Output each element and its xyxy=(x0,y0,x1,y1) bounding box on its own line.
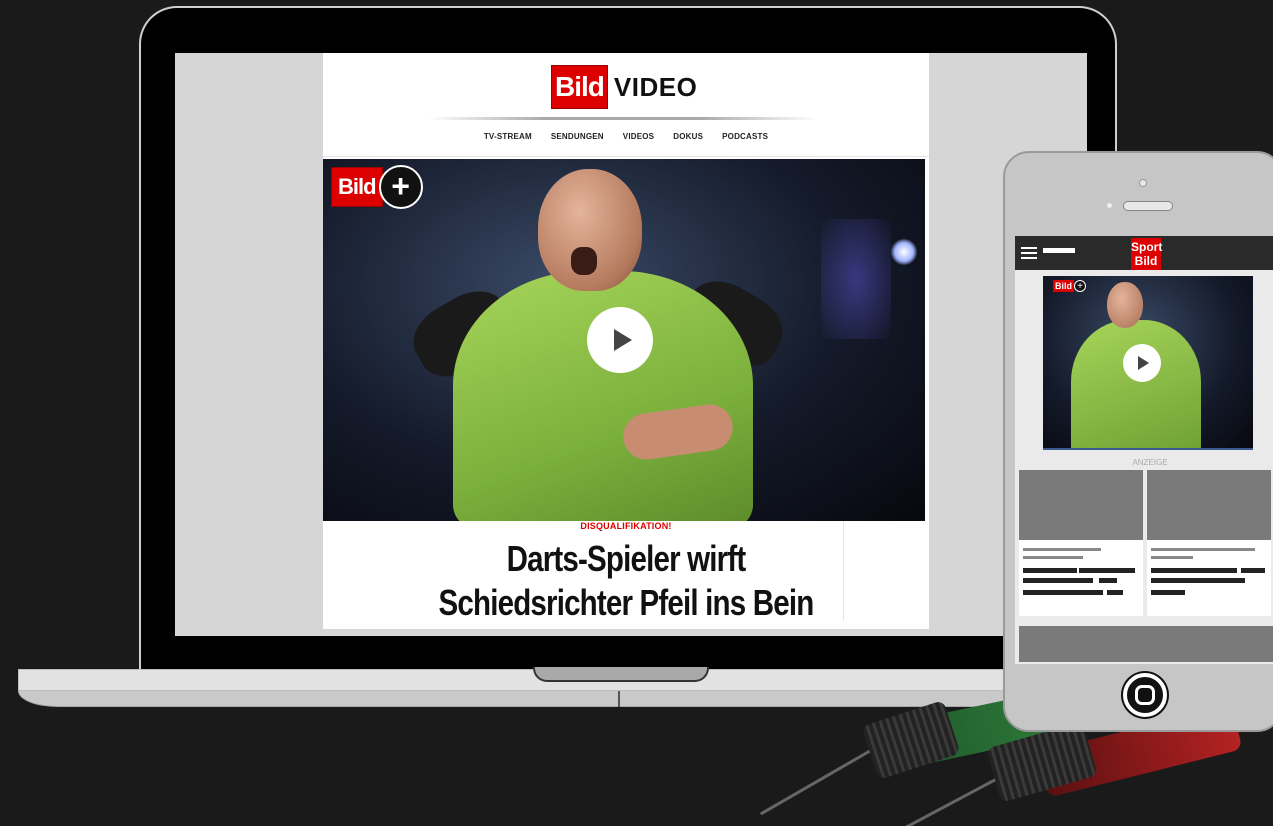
phone-header: Sport Bild xyxy=(1015,236,1273,270)
text-placeholder xyxy=(1151,556,1193,559)
stage-light xyxy=(821,219,891,339)
logo-line: Sport xyxy=(1131,240,1163,254)
play-button[interactable] xyxy=(587,307,653,373)
player-image xyxy=(1071,320,1201,448)
header-divider xyxy=(428,117,818,120)
teaser-card[interactable] xyxy=(1147,470,1271,616)
brand-logo[interactable]: Bild VIDEO xyxy=(551,65,697,109)
text-placeholder xyxy=(1023,548,1101,551)
home-button-icon[interactable] xyxy=(1123,673,1167,717)
bild-logo[interactable]: Bild xyxy=(551,65,608,109)
teaser-image-placeholder xyxy=(1019,470,1143,540)
article-headline[interactable]: Darts-Spieler wirft Schiedsrichter Pfeil… xyxy=(378,537,875,625)
text-placeholder xyxy=(1151,548,1255,551)
bild-logo: Bild xyxy=(1053,280,1074,292)
teaser-image-placeholder xyxy=(1147,470,1271,540)
play-button[interactable] xyxy=(1123,344,1161,382)
site-header: Bild VIDEO TV-STREAM SENDUNGEN VIDEOS DO… xyxy=(323,53,929,157)
nav-item-tv-stream[interactable]: TV-STREAM xyxy=(484,132,532,141)
ad-banner-placeholder[interactable] xyxy=(1019,626,1273,662)
text-placeholder xyxy=(1023,556,1083,559)
text-placeholder xyxy=(1151,590,1185,595)
stage-light xyxy=(891,239,917,265)
nav-item-sendungen[interactable]: SENDUNGEN xyxy=(551,132,604,141)
menu-label-placeholder xyxy=(1043,248,1075,253)
main-nav: TV-STREAM SENDUNGEN VIDEOS DOKUS PODCAST… xyxy=(323,132,929,141)
phone-hero-video[interactable]: Bild + xyxy=(1043,276,1253,450)
text-placeholder xyxy=(1107,590,1123,595)
phone-frame: Sport Bild Bild + ANZEIGE xyxy=(1003,151,1273,732)
column-divider xyxy=(843,521,844,621)
laptop-screen: Bild VIDEO TV-STREAM SENDUNGEN VIDEOS DO… xyxy=(175,53,1087,636)
logo-line: Bild xyxy=(1134,254,1158,268)
article-kicker[interactable]: DISQUALIFIKATION! xyxy=(323,521,929,531)
text-placeholder xyxy=(1023,568,1077,573)
player-image xyxy=(453,271,753,521)
text-placeholder xyxy=(1151,568,1237,573)
dart-tip xyxy=(886,774,1004,826)
laptop-notch xyxy=(533,667,709,682)
phone-screen: Sport Bild Bild + ANZEIGE xyxy=(1015,236,1273,664)
text-placeholder xyxy=(1151,578,1245,583)
player-image xyxy=(1107,282,1143,328)
teaser-card[interactable] xyxy=(1019,470,1143,616)
hero-video[interactable]: Bild + xyxy=(323,159,925,521)
phone-speaker xyxy=(1123,201,1173,211)
player-image xyxy=(571,247,597,275)
headline-line: Schiedsrichter Pfeil ins Bein xyxy=(438,582,815,623)
text-placeholder xyxy=(1079,568,1135,573)
bild-plus-badge: Bild + xyxy=(331,165,423,209)
nav-item-podcasts[interactable]: PODCASTS xyxy=(722,132,768,141)
text-placeholder xyxy=(1023,578,1093,583)
plus-icon: + xyxy=(1074,280,1086,292)
phone-sensor xyxy=(1107,203,1112,208)
text-placeholder xyxy=(1099,578,1117,583)
ad-label: ANZEIGE xyxy=(1132,458,1168,467)
nav-item-dokus[interactable]: DOKUS xyxy=(673,132,703,141)
dart-barrel xyxy=(861,700,961,780)
phone-camera xyxy=(1139,179,1147,187)
menu-icon[interactable] xyxy=(1021,247,1037,259)
bild-logo: Bild xyxy=(331,167,383,207)
bild-plus-badge: Bild + xyxy=(1053,280,1086,292)
play-icon xyxy=(1138,356,1149,370)
bild-video-page: Bild VIDEO TV-STREAM SENDUNGEN VIDEOS DO… xyxy=(323,53,929,629)
text-placeholder xyxy=(1241,568,1265,573)
play-icon xyxy=(613,329,632,351)
sport-bild-logo[interactable]: Sport Bild xyxy=(1131,238,1163,270)
nav-item-videos[interactable]: VIDEOS xyxy=(623,132,654,141)
section-title: VIDEO xyxy=(613,71,698,102)
dart-tip xyxy=(759,747,875,816)
laptop-seam xyxy=(618,691,620,707)
plus-icon: + xyxy=(378,165,423,209)
text-placeholder xyxy=(1023,590,1103,595)
headline-line: Darts-Spieler wirft xyxy=(506,538,747,579)
